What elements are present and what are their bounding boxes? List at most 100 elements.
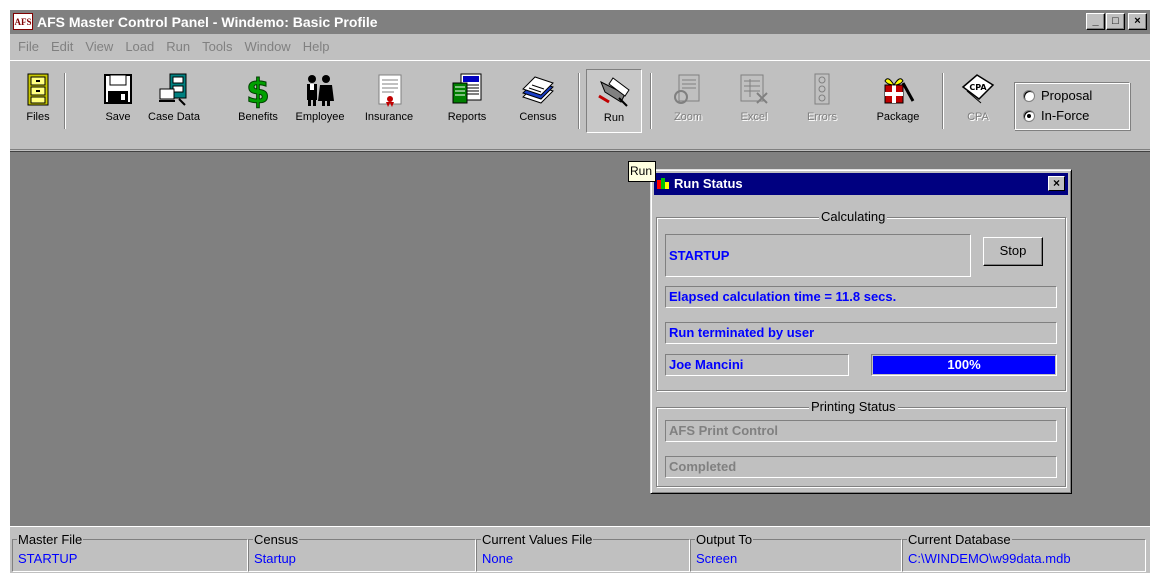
master-file-label: Master File	[17, 532, 84, 547]
floppy-disk-icon	[104, 74, 132, 104]
census-label: Census	[519, 111, 557, 123]
elapsed-time-field: Elapsed calculation time = 11.8 secs.	[665, 286, 1057, 308]
afs-logo-icon: AFS	[13, 13, 33, 30]
save-label: Save	[105, 111, 131, 123]
traffic-light-icon	[814, 73, 830, 105]
excel-button[interactable]: Excel	[732, 71, 776, 131]
toolbar-separator	[64, 73, 66, 129]
dialog-close-button[interactable]: ×	[1048, 176, 1065, 191]
window-title: AFS Master Control Panel - Windemo: Basi…	[37, 14, 378, 30]
toolbar: Files Save Case Data $ Benefits Employee…	[10, 60, 1150, 150]
output-to-label: Output To	[695, 532, 754, 547]
toolbar-separator	[650, 73, 652, 129]
census-cards-icon	[522, 76, 554, 104]
menu-bar: File Edit View Load Run Tools Window Hel…	[10, 35, 1150, 57]
reports-icon	[452, 73, 482, 104]
status-bar: Master File STARTUP Census Startup Curre…	[10, 526, 1150, 573]
maximize-button[interactable]: □	[1106, 13, 1125, 30]
in-force-radio-option[interactable]: In-Force	[1023, 108, 1089, 123]
toolbar-separator	[942, 73, 944, 129]
print-state-field: Completed	[665, 456, 1057, 478]
mode-radio-group: Proposal In-Force	[1014, 82, 1130, 130]
run-icon	[598, 77, 630, 107]
files-label: Files	[26, 111, 50, 123]
case-data-icon	[159, 73, 187, 106]
census-status-value: Startup	[254, 551, 296, 566]
menu-tools[interactable]: Tools	[202, 39, 232, 54]
output-to-value: Screen	[696, 551, 738, 566]
cpa-tag-icon: CPA	[961, 74, 995, 104]
employees-icon	[307, 75, 334, 106]
cpa-button[interactable]: CPA CPA	[956, 71, 1000, 131]
employee-name-field: Joe Mancini	[665, 354, 849, 376]
proposal-radio[interactable]	[1023, 89, 1035, 102]
package-label: Package	[876, 111, 920, 123]
menu-edit[interactable]: Edit	[51, 39, 73, 54]
reports-label: Reports	[447, 111, 487, 123]
menu-window[interactable]: Window	[244, 39, 290, 54]
menu-load[interactable]: Load	[125, 39, 154, 54]
file-cabinet-icon	[27, 73, 49, 106]
window-controls: _ □ ×	[1086, 13, 1147, 30]
in-force-radio-label: In-Force	[1041, 108, 1090, 123]
current-values-panel: Current Values File None	[476, 532, 690, 572]
census-status-label: Census	[253, 532, 300, 547]
current-database-label: Current Database	[907, 532, 1012, 547]
save-button[interactable]: Save	[98, 71, 138, 131]
zoom-icon	[674, 74, 700, 104]
zoom-label: Zoom	[673, 111, 703, 123]
case-data-label: Case Data	[148, 111, 200, 123]
progress-bar: 100%	[871, 354, 1057, 376]
gift-package-icon	[884, 78, 915, 104]
run-button[interactable]: Run	[586, 69, 642, 133]
current-step-field: STARTUP	[665, 234, 971, 277]
benefits-label: Benefits	[238, 111, 278, 123]
errors-button[interactable]: Errors	[800, 71, 844, 131]
insurance-label: Insurance	[364, 111, 414, 123]
dollar-sign-icon: $	[246, 72, 271, 110]
zoom-button[interactable]: Zoom	[666, 71, 710, 131]
package-button[interactable]: Package	[870, 71, 926, 131]
run-status-icon	[657, 178, 669, 189]
print-control-field: AFS Print Control	[665, 420, 1057, 442]
proposal-radio-label: Proposal	[1041, 88, 1093, 103]
master-file-value: STARTUP	[18, 551, 78, 566]
cpa-label: CPA	[967, 111, 989, 123]
minimize-button[interactable]: _	[1086, 13, 1105, 30]
census-panel: Census Startup	[248, 532, 476, 572]
progress-text: 100%	[947, 357, 981, 372]
cpa-tag-text: CPA	[969, 83, 987, 92]
run-message-field: Run terminated by user	[665, 322, 1057, 344]
current-values-value: None	[482, 551, 514, 566]
employee-button[interactable]: Employee	[290, 71, 350, 131]
excel-icon	[740, 74, 768, 104]
close-button[interactable]: ×	[1128, 13, 1147, 30]
menu-file[interactable]: File	[18, 39, 39, 54]
stop-button[interactable]: Stop	[983, 237, 1043, 266]
run-label: Run	[603, 112, 625, 124]
run-status-title-bar[interactable]: Run Status ×	[654, 173, 1068, 195]
main-window: AFS AFS Master Control Panel - Windemo: …	[10, 10, 1150, 573]
calculating-label: Calculating	[819, 209, 888, 224]
proposal-radio-option[interactable]: Proposal	[1023, 88, 1092, 103]
menu-help[interactable]: Help	[303, 39, 330, 54]
title-bar[interactable]: AFS AFS Master Control Panel - Windemo: …	[10, 10, 1150, 34]
menu-run[interactable]: Run	[166, 39, 190, 54]
excel-label: Excel	[740, 111, 768, 123]
output-to-panel: Output To Screen	[690, 532, 902, 572]
reports-button[interactable]: Reports	[442, 71, 492, 131]
current-values-label: Current Values File	[481, 532, 594, 547]
benefits-button[interactable]: $ Benefits	[232, 71, 284, 131]
files-button[interactable]: Files	[18, 71, 58, 131]
run-status-dialog: Run Status × Calculating STARTUP Stop El…	[650, 169, 1072, 494]
insurance-button[interactable]: Insurance	[356, 71, 422, 131]
errors-label: Errors	[807, 111, 837, 123]
census-button[interactable]: Census	[512, 71, 564, 131]
run-status-title: Run Status	[674, 176, 743, 191]
insurance-document-icon	[378, 74, 402, 107]
menu-view[interactable]: View	[85, 39, 113, 54]
case-data-button[interactable]: Case Data	[142, 71, 206, 131]
in-force-radio[interactable]	[1023, 109, 1035, 122]
svg-text:$: $	[246, 72, 270, 109]
master-file-panel: Master File STARTUP	[12, 532, 248, 572]
